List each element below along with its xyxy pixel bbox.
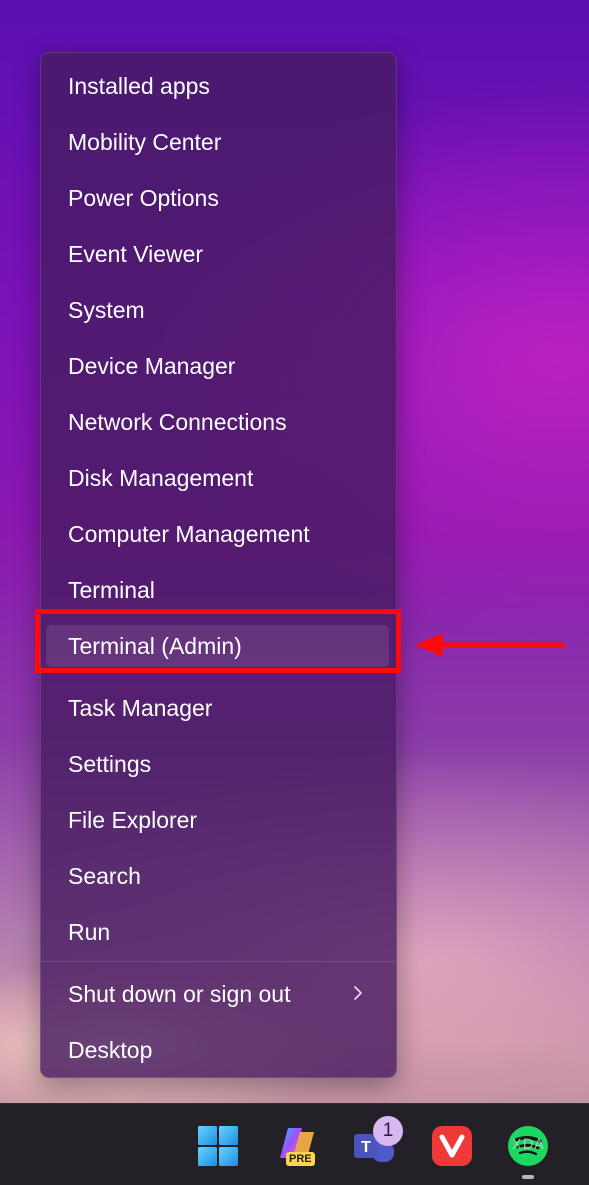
menu-item-label: Run: [68, 918, 111, 945]
menu-item-label: Disk Management: [68, 464, 254, 491]
svg-text:T: T: [361, 1139, 371, 1156]
menu-item-mobility-center[interactable]: Mobility Center: [41, 121, 396, 163]
menu-item-label: Computer Management: [68, 520, 310, 547]
menu-item-event-viewer[interactable]: Event Viewer: [41, 233, 396, 275]
menu-item-label: Event Viewer: [68, 240, 204, 267]
menu-item-run[interactable]: Run: [41, 911, 396, 953]
menu-item-task-manager[interactable]: Task Manager: [41, 687, 396, 729]
xda-watermark: XDA: [512, 1137, 545, 1153]
menu-item-system[interactable]: System: [41, 289, 396, 331]
menu-item-shut-down-or-sign-out[interactable]: Shut down or sign out: [41, 973, 396, 1015]
running-indicator: [522, 1175, 534, 1179]
menu-item-desktop[interactable]: Desktop: [41, 1029, 396, 1071]
windows-start-icon[interactable]: [196, 1124, 240, 1168]
menu-item-label: File Explorer: [68, 806, 198, 833]
menu-item-network-connections[interactable]: Network Connections: [41, 401, 396, 443]
taskbar: PRE T 1 XDA: [0, 1103, 589, 1185]
menu-item-label: Terminal: [68, 576, 155, 603]
menu-item-label: System: [68, 296, 145, 323]
menu-item-installed-apps[interactable]: Installed apps: [41, 65, 396, 107]
menu-item-label: Search: [68, 862, 141, 889]
menu-item-disk-management[interactable]: Disk Management: [41, 457, 396, 499]
copilot-pre-icon[interactable]: PRE: [276, 1124, 320, 1168]
annotation-highlight-box: [35, 609, 401, 673]
menu-item-device-manager[interactable]: Device Manager: [41, 345, 396, 387]
annotation-arrow-left-icon: [415, 633, 565, 657]
copilot-pre-badge: PRE: [286, 1152, 315, 1166]
menu-item-label: Device Manager: [68, 352, 236, 379]
menu-item-power-options[interactable]: Power Options: [41, 177, 396, 219]
menu-item-settings[interactable]: Settings: [41, 743, 396, 785]
menu-item-label: Desktop: [68, 1036, 153, 1063]
menu-item-label: Network Connections: [68, 408, 287, 435]
menu-item-file-explorer[interactable]: File Explorer: [41, 799, 396, 841]
menu-item-label: Shut down or sign out: [68, 980, 291, 1007]
menu-item-label: Task Manager: [68, 694, 213, 721]
teams-notification-badge: 1: [373, 1116, 403, 1146]
menu-item-label: Power Options: [68, 184, 219, 211]
menu-item-label: Settings: [68, 750, 152, 777]
menu-item-label: Installed apps: [68, 72, 210, 99]
menu-item-label: Mobility Center: [68, 128, 222, 155]
chevron-right-icon: [354, 986, 362, 1000]
menu-item-terminal[interactable]: Terminal: [41, 569, 396, 611]
vivaldi-icon[interactable]: [430, 1124, 474, 1168]
menu-item-computer-management[interactable]: Computer Management: [41, 513, 396, 555]
winx-context-menu: Installed apps Mobility Center Power Opt…: [40, 52, 397, 1078]
menu-separator: [41, 961, 396, 962]
menu-item-search[interactable]: Search: [41, 855, 396, 897]
